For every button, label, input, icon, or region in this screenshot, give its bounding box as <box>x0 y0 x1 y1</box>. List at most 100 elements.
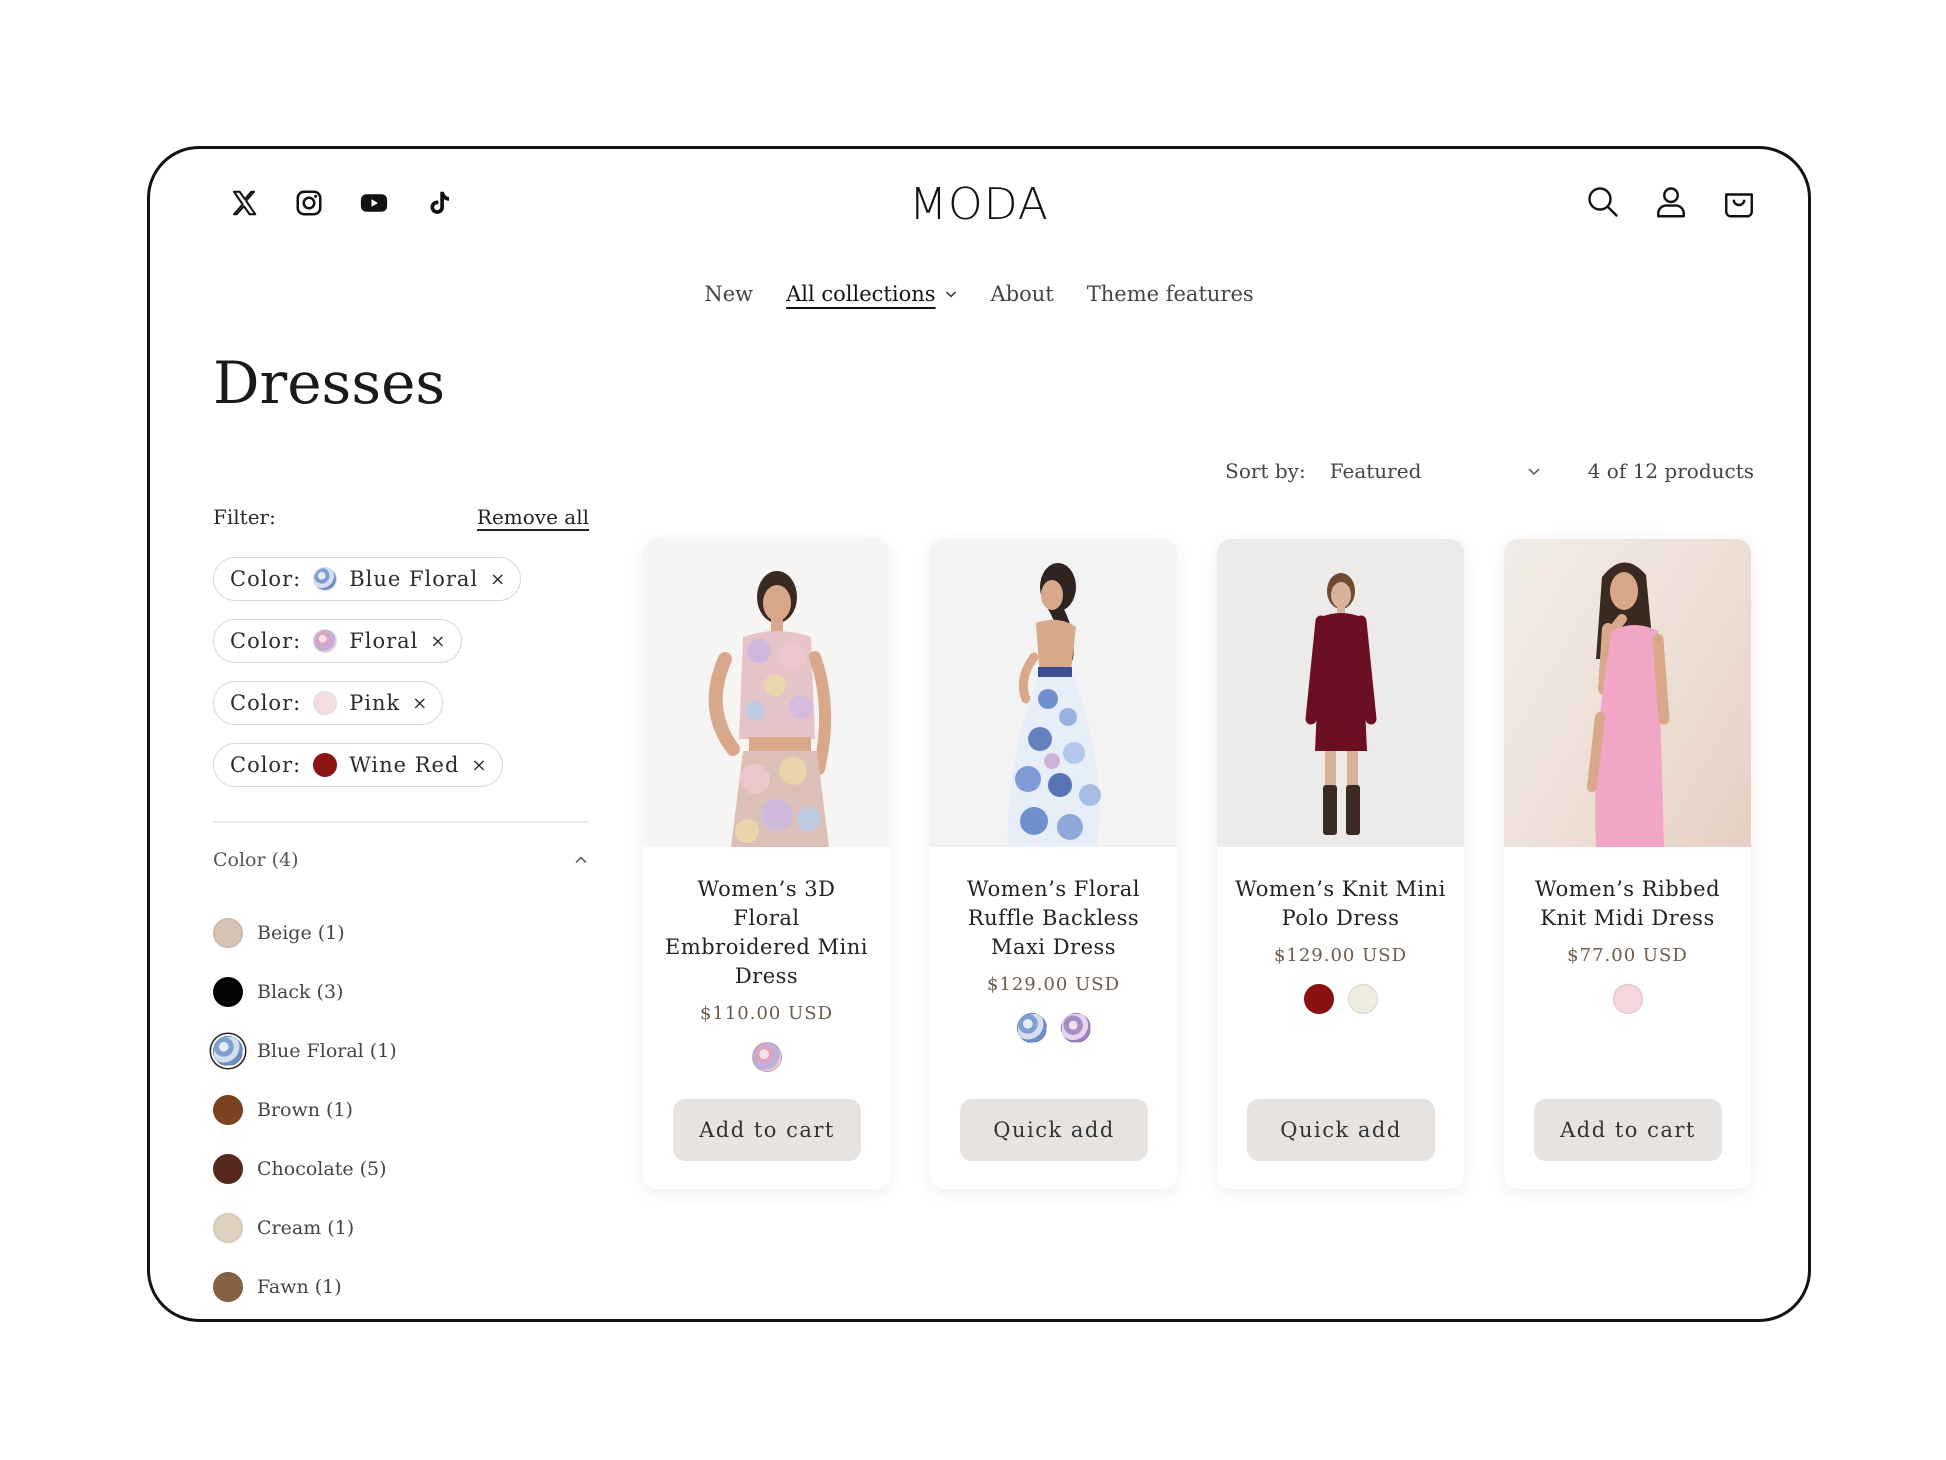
chevron-up-icon <box>575 856 587 864</box>
color-option-label: Fawn (1) <box>257 1276 342 1298</box>
product-card[interactable]: Women’s 3D Floral Embroidered Mini Dress… <box>643 539 890 1189</box>
filter-chip-floral[interactable]: Color: Floral × <box>213 619 462 663</box>
filter-label: Filter: <box>213 505 276 529</box>
close-icon[interactable]: × <box>490 569 506 590</box>
close-icon[interactable]: × <box>412 693 428 714</box>
product-title[interactable]: Women’s Floral Ruffle Backless Maxi Dres… <box>930 875 1177 962</box>
color-option-blue-floral[interactable]: Blue Floral (1) <box>213 1035 397 1067</box>
variant-swatch[interactable] <box>1016 1013 1047 1043</box>
search-icon[interactable] <box>1584 183 1622 221</box>
nav-label: Theme features <box>1086 282 1254 306</box>
color-option-fawn[interactable]: Fawn (1) <box>213 1271 397 1303</box>
quick-add-button[interactable]: Quick add <box>1247 1099 1435 1161</box>
page-title: Dresses <box>213 349 446 417</box>
chip-swatch <box>313 691 338 715</box>
product-title[interactable]: Women’s 3D Floral Embroidered Mini Dress <box>643 875 890 991</box>
chip-value: Blue Floral <box>349 567 479 591</box>
color-filter-toggle[interactable]: Color (4) <box>213 849 589 871</box>
product-price: $129.00 USD <box>986 974 1121 995</box>
chip-swatch <box>313 753 338 777</box>
product-title[interactable]: Women’s Knit Mini Polo Dress <box>1217 875 1464 933</box>
nav-theme-features[interactable]: Theme features <box>1087 282 1254 306</box>
variant-swatch[interactable] <box>1612 984 1643 1014</box>
chip-prefix: Color: <box>230 567 302 591</box>
nav-label: New <box>704 282 754 306</box>
account-icon[interactable] <box>1652 183 1690 221</box>
nav-label: All collections <box>786 282 936 306</box>
color-swatch <box>213 918 243 948</box>
product-image[interactable] <box>1504 539 1751 847</box>
product-image[interactable] <box>1217 539 1464 847</box>
color-option-chocolate[interactable]: Chocolate (5) <box>213 1153 397 1185</box>
color-swatch <box>213 1095 243 1125</box>
color-option-black[interactable]: Black (3) <box>213 976 397 1008</box>
chip-swatch <box>313 567 338 591</box>
add-to-cart-button[interactable]: Add to cart <box>673 1099 861 1161</box>
filter-chip-pink[interactable]: Color: Pink × <box>213 681 444 725</box>
color-swatch <box>213 1213 243 1243</box>
chip-prefix: Color: <box>230 753 302 777</box>
product-price: $110.00 USD <box>699 1003 834 1024</box>
color-option-beige[interactable]: Beige (1) <box>213 917 397 949</box>
product-card[interactable]: Women’s Ribbed Knit Midi Dress $77.00 US… <box>1504 539 1751 1189</box>
product-price: $77.00 USD <box>1567 945 1688 966</box>
sort-bar: Sort by: Featured 4 of 12 products <box>1225 459 1754 483</box>
color-option-cream[interactable]: Cream (1) <box>213 1212 397 1244</box>
nav-label: About <box>990 282 1054 306</box>
variant-swatch[interactable] <box>1303 984 1334 1014</box>
variant-swatch[interactable] <box>1347 984 1378 1014</box>
color-option-label: Black (3) <box>257 981 344 1003</box>
color-options: Beige (1) Black (3) Blue Floral (1) Brow… <box>213 917 397 1303</box>
filter-chip-wine-red[interactable]: Color: Wine Red × <box>213 743 503 787</box>
active-filters: Color: Blue Floral × Color: Floral × Col… <box>213 557 522 787</box>
chip-swatch <box>313 629 338 653</box>
add-to-cart-button[interactable]: Add to cart <box>1534 1099 1722 1161</box>
color-option-label: Cream (1) <box>257 1217 355 1239</box>
filter-chip-blue-floral[interactable]: Color: Blue Floral × <box>213 557 522 601</box>
color-option-brown[interactable]: Brown (1) <box>213 1094 397 1126</box>
close-icon[interactable]: × <box>471 755 487 776</box>
color-option-label: Blue Floral (1) <box>257 1040 397 1062</box>
product-image[interactable] <box>643 539 890 847</box>
product-card[interactable]: Women’s Knit Mini Polo Dress $129.00 USD… <box>1217 539 1464 1189</box>
product-card[interactable]: Women’s Floral Ruffle Backless Maxi Dres… <box>930 539 1177 1189</box>
cart-icon[interactable] <box>1720 183 1758 221</box>
remove-all-link[interactable]: Remove all <box>477 505 589 529</box>
chip-value: Floral <box>349 629 419 653</box>
main-nav: New All collections About Theme features <box>150 282 1808 306</box>
header-actions <box>1584 183 1758 221</box>
variant-swatch[interactable] <box>1060 1013 1091 1043</box>
close-icon[interactable]: × <box>430 631 446 652</box>
variant-swatch[interactable] <box>751 1042 782 1072</box>
product-title[interactable]: Women’s Ribbed Knit Midi Dress <box>1504 875 1751 933</box>
chip-prefix: Color: <box>230 691 302 715</box>
product-image[interactable] <box>930 539 1177 847</box>
nav-about[interactable]: About <box>991 282 1054 306</box>
product-grid: Women’s 3D Floral Embroidered Mini Dress… <box>643 539 1751 1189</box>
chip-prefix: Color: <box>230 629 302 653</box>
quick-add-button[interactable]: Quick add <box>960 1099 1148 1161</box>
browser-frame: MODA New All collections About Theme fea… <box>147 146 1811 1322</box>
sort-select[interactable]: Featured <box>1330 459 1542 483</box>
product-price: $129.00 USD <box>1273 945 1408 966</box>
color-swatch <box>213 1154 243 1184</box>
chevron-down-icon <box>945 291 956 298</box>
brand-logo[interactable]: MODA <box>150 179 1808 230</box>
product-count: 4 of 12 products <box>1587 459 1754 483</box>
sort-label: Sort by: <box>1225 459 1306 483</box>
chevron-down-icon <box>1528 468 1540 476</box>
color-swatch <box>213 977 243 1007</box>
color-option-label: Beige (1) <box>257 922 345 944</box>
color-swatch <box>213 1036 243 1066</box>
color-option-label: Chocolate (5) <box>257 1158 387 1180</box>
divider <box>213 821 589 823</box>
chip-value: Wine Red <box>349 753 460 777</box>
color-option-label: Brown (1) <box>257 1099 353 1121</box>
color-swatch <box>213 1272 243 1302</box>
color-filter-label: Color (4) <box>213 849 299 871</box>
nav-new[interactable]: New <box>704 282 753 306</box>
chip-value: Pink <box>349 691 401 715</box>
sort-value: Featured <box>1329 459 1422 483</box>
filter-header: Filter: Remove all <box>213 505 589 529</box>
nav-all-collections[interactable]: All collections <box>786 282 957 306</box>
